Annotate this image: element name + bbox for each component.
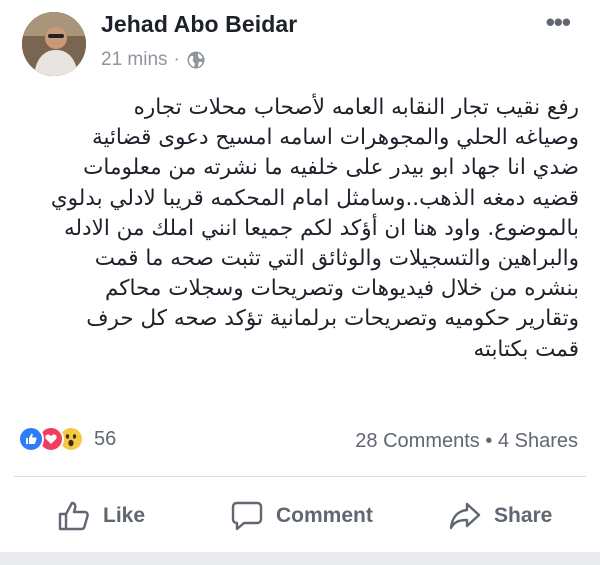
comment-icon xyxy=(231,501,263,531)
more-options-button[interactable]: ••• xyxy=(546,9,571,35)
avatar-photo xyxy=(22,12,86,76)
share-label: Share xyxy=(494,504,553,527)
share-button[interactable]: Share xyxy=(448,500,552,532)
comments-count-link[interactable]: 28 Comments xyxy=(355,430,480,452)
actions-divider xyxy=(14,476,586,477)
post-body: رفع نقيب تجار النقابه العامه لأصحاب محلا… xyxy=(50,95,579,362)
reaction-count: 56 xyxy=(94,427,117,450)
avatar[interactable] xyxy=(22,12,86,76)
engagement-stats: 28 Comments • 4 Shares xyxy=(355,430,578,453)
comment-button[interactable]: Comment xyxy=(230,500,373,532)
post-actions-bar: Like Comment Share xyxy=(0,478,600,556)
globe-icon[interactable] xyxy=(186,50,206,70)
thumbs-up-icon xyxy=(58,501,89,531)
post-header: Jehad Abo Beidar 21 mins · ••• xyxy=(0,0,600,90)
like-reaction-icon xyxy=(18,426,44,452)
post-time[interactable]: 21 mins xyxy=(101,49,168,71)
stats-separator: • xyxy=(485,430,493,452)
author-name[interactable]: Jehad Abo Beidar xyxy=(101,11,297,38)
feed-separator xyxy=(0,552,600,565)
share-arrow-icon xyxy=(449,502,481,530)
reactions-summary[interactable]: 56 xyxy=(18,426,116,452)
post-meta: 21 mins · xyxy=(101,49,206,71)
like-button[interactable]: Like xyxy=(57,500,145,532)
shares-count-link[interactable]: 4 Shares xyxy=(498,430,578,452)
comment-label: Comment xyxy=(276,504,373,527)
like-label: Like xyxy=(103,504,146,527)
meta-separator: · xyxy=(173,49,180,70)
